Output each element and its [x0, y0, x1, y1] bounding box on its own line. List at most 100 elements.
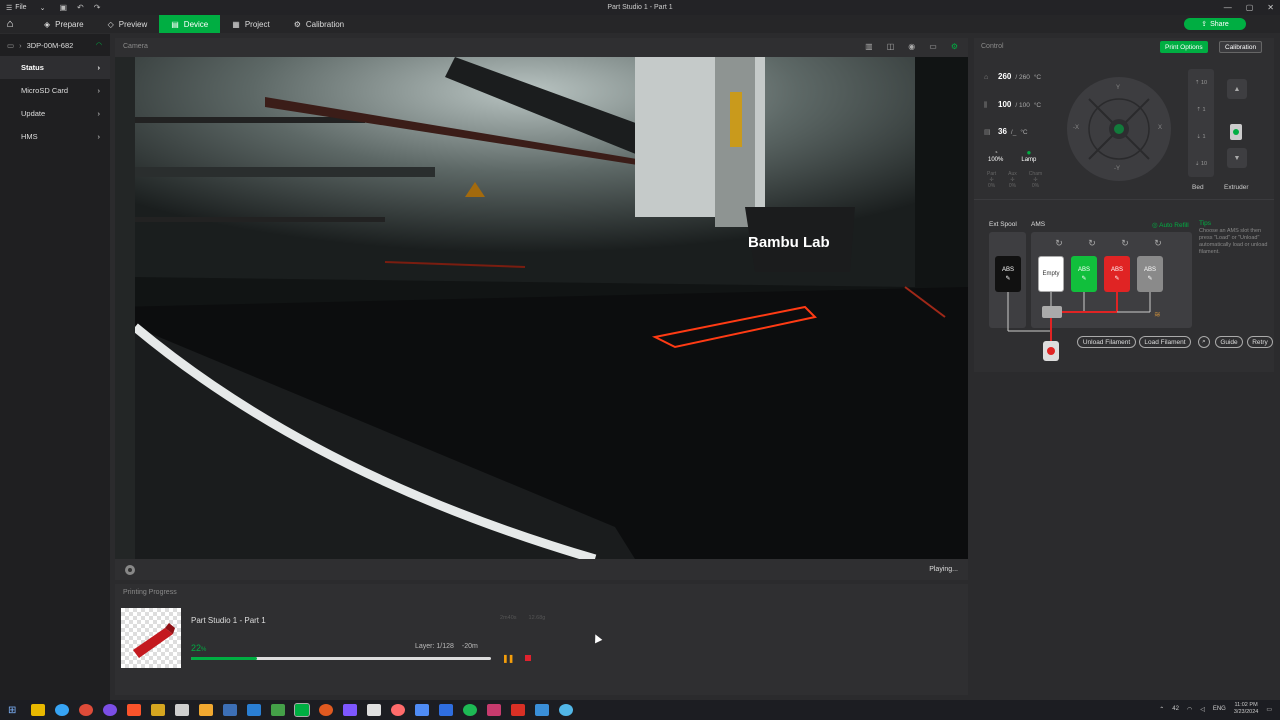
- app-icon[interactable]: [319, 704, 334, 716]
- app-icon[interactable]: [103, 704, 118, 716]
- lang-indicator[interactable]: ENG: [1213, 706, 1226, 712]
- unload-filament-button[interactable]: Unload Filament: [1077, 336, 1136, 348]
- windows-start-icon[interactable]: ⊞: [8, 705, 16, 716]
- app-icon[interactable]: [391, 704, 406, 716]
- app-icon[interactable]: [487, 704, 502, 716]
- stop-button[interactable]: [525, 655, 531, 661]
- part-preview-image: [133, 623, 175, 658]
- arrow-up-icon: ⇡: [1194, 79, 1200, 86]
- bambu-studio-icon[interactable]: [294, 703, 311, 717]
- extruder-down-button[interactable]: ▼: [1227, 148, 1247, 168]
- bed-temp[interactable]: ⫼ 100 / 100 °C: [984, 100, 1041, 110]
- progress-percent-value: 22: [191, 643, 202, 653]
- retry-button[interactable]: Retry: [1247, 336, 1273, 348]
- bambu-logo-text: Bambu Lab: [748, 234, 830, 251]
- file-menu[interactable]: ☰ File ⌄: [0, 4, 45, 12]
- maximize-icon[interactable]: ▢: [1246, 3, 1254, 12]
- app-icon[interactable]: [247, 704, 262, 716]
- sd-card-icon[interactable]: ▥: [865, 42, 873, 51]
- load-filament-button[interactable]: Load Filament: [1139, 336, 1191, 348]
- camera-switch-icon[interactable]: ▭: [929, 42, 937, 51]
- tab-preview[interactable]: ◇ Preview: [96, 15, 160, 33]
- close-icon[interactable]: ✕: [1267, 3, 1274, 12]
- app-icon[interactable]: [463, 704, 478, 716]
- chamber-temp[interactable]: ▤ 36 /_ °C: [984, 127, 1028, 136]
- fan-aux[interactable]: Aux ✢ 0%: [1008, 171, 1017, 189]
- fan-chamber[interactable]: Cham ✢ 0%: [1029, 171, 1042, 189]
- nozzle-target: / 260: [1015, 74, 1030, 81]
- lamp-toggle[interactable]: ● Lamp: [1021, 148, 1036, 163]
- progress-bar: [191, 657, 491, 660]
- clock[interactable]: 11:02 PM 3/23/2024: [1234, 702, 1258, 716]
- sidebar-item-microsd[interactable]: MicroSD Card ›: [0, 79, 110, 102]
- camera-title: Camera: [123, 43, 148, 50]
- app-icon[interactable]: [271, 704, 286, 716]
- app-icon[interactable]: [343, 704, 358, 716]
- save-icon[interactable]: ▣: [59, 3, 67, 12]
- calibration-button[interactable]: Calibration: [1219, 41, 1263, 53]
- extruder-up-button[interactable]: ▲: [1227, 79, 1247, 99]
- tab-prepare[interactable]: ◈ Prepare: [32, 15, 96, 33]
- print-options-button[interactable]: Print Options: [1160, 41, 1208, 53]
- camera-record-button[interactable]: [125, 564, 135, 575]
- app-icon[interactable]: [559, 704, 574, 716]
- sidebar-item-hms[interactable]: HMS ›: [0, 125, 110, 148]
- bed-up-10-button[interactable]: ⇡ 10: [1188, 69, 1214, 96]
- nozzle-unit: °C: [1033, 74, 1042, 81]
- brave-icon[interactable]: [127, 704, 142, 716]
- app-icon[interactable]: [535, 704, 550, 716]
- camera-settings-icon[interactable]: ⚙: [951, 42, 958, 51]
- undo-icon[interactable]: ↶: [77, 3, 84, 12]
- app-icon[interactable]: [175, 704, 190, 716]
- camera-panel: Camera ▥ ◫ ◉ ▭ ⚙ Bambu Lab Playing...: [115, 38, 968, 580]
- speed-value: 100%: [988, 157, 1004, 163]
- folder-icon[interactable]: [151, 704, 166, 716]
- xy-jog-wheel[interactable]: Y -Y X -X: [1067, 77, 1171, 181]
- network-icon[interactable]: ◠: [1187, 706, 1192, 713]
- percent-sign: %: [201, 647, 207, 653]
- app-icon[interactable]: [439, 704, 454, 716]
- bed-up-1-button[interactable]: ⇡ 1: [1188, 96, 1214, 123]
- app-icon[interactable]: [367, 704, 382, 716]
- pause-button[interactable]: ❚❚: [502, 654, 514, 663]
- printer-selector[interactable]: ▭ › 3DP-00M-682 ◠: [0, 34, 110, 56]
- notification-icon[interactable]: ▭: [1266, 706, 1272, 713]
- chrome-icon[interactable]: [79, 704, 94, 716]
- redo-icon[interactable]: ↷: [94, 3, 101, 12]
- sidebar-item-status[interactable]: Status ›: [0, 56, 110, 79]
- tab-prepare-label: Prepare: [55, 19, 84, 29]
- app-icon[interactable]: [415, 704, 430, 716]
- chevron-down-icon: ⌄: [39, 4, 46, 12]
- fan-part[interactable]: Part ✢ 0%: [987, 171, 996, 189]
- file-explorer-icon[interactable]: [31, 704, 46, 716]
- hamburger-icon: ☰: [6, 4, 13, 12]
- chevron-up-icon[interactable]: ⌃: [1159, 706, 1164, 713]
- volume-icon[interactable]: ◁: [1200, 706, 1205, 713]
- extruder-icon: [1230, 124, 1242, 140]
- tab-project-label: Project: [244, 19, 270, 29]
- app-icon[interactable]: [199, 704, 214, 716]
- app-icon[interactable]: [223, 704, 238, 716]
- bed-down-1-button[interactable]: ⇣ 1: [1188, 123, 1214, 150]
- home-icon[interactable]: ⌂: [0, 18, 20, 30]
- tab-device[interactable]: ▤ Device: [159, 15, 221, 33]
- share-button[interactable]: ⇪ Share: [1184, 18, 1246, 30]
- timelapse-icon[interactable]: ◫: [887, 42, 895, 51]
- speed-control[interactable]: ◔ 100%: [988, 148, 1003, 163]
- edge-icon[interactable]: [55, 704, 70, 716]
- arrow-up-icon: ⇡: [1196, 106, 1201, 113]
- control-title: Control: [981, 43, 1004, 50]
- sidebar-item-update[interactable]: Update ›: [0, 102, 110, 125]
- guide-button[interactable]: Guide: [1215, 336, 1243, 348]
- tab-project[interactable]: ▦ Project: [220, 15, 281, 33]
- tab-calibration[interactable]: ⚙ Calibration: [282, 15, 356, 33]
- bed-down-10-button[interactable]: ⇣ 10: [1188, 150, 1214, 177]
- minimize-icon[interactable]: —: [1224, 3, 1232, 12]
- nozzle-temp[interactable]: ⌂ 260 / 260 °C: [984, 72, 1041, 81]
- home-axes-button[interactable]: [1109, 119, 1129, 139]
- app-icon[interactable]: [511, 704, 526, 716]
- record-icon[interactable]: ◉: [908, 42, 915, 51]
- sidebar-item-label: Update: [21, 109, 46, 118]
- chamber-target: /_: [1010, 129, 1017, 136]
- search-icon[interactable]: ⌕: [1198, 336, 1210, 348]
